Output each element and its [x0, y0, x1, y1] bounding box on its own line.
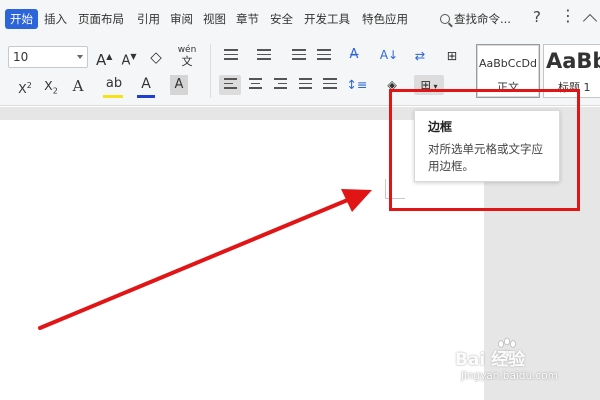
- paragraph-marks-icon: ⇄: [414, 48, 426, 63]
- phonetic-char-icon: 文: [181, 55, 193, 68]
- text-effect-label: A: [72, 77, 84, 95]
- highlight-label: ab: [105, 76, 123, 91]
- toolbar-divider: [210, 44, 211, 98]
- eraser-icon: ◇: [150, 48, 162, 66]
- tab-developer-tools[interactable]: 开发工具: [304, 9, 350, 29]
- tab-insert[interactable]: 插入: [44, 9, 67, 29]
- command-search-label: 查找命令...: [454, 12, 511, 26]
- style-normal-sample: AaBbCcDd: [479, 57, 537, 70]
- chevron-down-icon: [77, 55, 83, 59]
- distribute-button[interactable]: [320, 75, 340, 95]
- subscript-icon: 2: [52, 86, 58, 96]
- phonetic-icon: wén: [177, 45, 197, 55]
- annotation-highlight-box: [389, 89, 580, 211]
- align-center-button[interactable]: [245, 75, 265, 95]
- numbering-button[interactable]: [254, 46, 274, 66]
- show-hide-marks-button[interactable]: ⇄: [410, 46, 430, 66]
- superscript-icon: 2: [26, 81, 32, 90]
- grow-font-label: A: [96, 51, 107, 69]
- watermark-logo: Bai 经验: [455, 350, 526, 370]
- align-right-icon: [273, 75, 287, 92]
- decrease-indent-button[interactable]: [289, 46, 309, 66]
- collapse-ribbon-icon[interactable]: [582, 13, 598, 29]
- highlight-button[interactable]: ab: [103, 74, 125, 94]
- table-props-button[interactable]: ⊞: [443, 46, 461, 66]
- character-shading-label: A: [174, 77, 184, 92]
- numbered-list-icon: [257, 46, 271, 63]
- watermark-url: jingyan.baidu.com: [461, 370, 558, 382]
- align-center-icon: [248, 75, 262, 92]
- bullets-button[interactable]: [221, 46, 241, 66]
- tab-home[interactable]: 开始: [5, 9, 38, 29]
- tab-chapter[interactable]: 章节: [236, 9, 259, 29]
- tab-review[interactable]: 审阅: [170, 9, 193, 29]
- sort-button[interactable]: A↓: [378, 45, 400, 65]
- chinese-layout-icon: A̶: [349, 47, 359, 62]
- clear-format-button[interactable]: ◇: [147, 47, 165, 67]
- tab-page-layout[interactable]: 页面布局: [78, 9, 124, 29]
- highlight-color-swatch: [103, 95, 123, 98]
- tab-references[interactable]: 引用: [137, 9, 160, 29]
- subscript-label: X: [44, 78, 53, 93]
- increase-indent-button[interactable]: [314, 46, 334, 66]
- menu-bar: 开始 插入 页面布局 引用 审阅 视图 章节 安全 开发工具 特色应用 查找命令…: [0, 0, 600, 38]
- font-color-button[interactable]: A: [137, 74, 155, 94]
- justify-icon: [298, 75, 312, 92]
- line-spacing-icon: ↕≡: [346, 77, 368, 92]
- tab-security[interactable]: 安全: [270, 9, 293, 29]
- align-right-button[interactable]: [270, 75, 290, 95]
- font-size-select[interactable]: 10: [8, 46, 88, 68]
- more-options-icon[interactable]: ⋮: [560, 6, 576, 25]
- font-size-value: 10: [13, 50, 29, 64]
- grid-icon: ⊞: [446, 48, 458, 63]
- phonetic-guide-button[interactable]: wén 文: [176, 45, 198, 68]
- search-icon: [440, 14, 450, 24]
- chinese-layout-button[interactable]: A̶: [343, 45, 365, 65]
- down-arrow-icon: ▼: [130, 52, 137, 61]
- character-shading-button[interactable]: A: [170, 75, 188, 95]
- command-search[interactable]: 查找命令...: [440, 9, 511, 29]
- distributed-align-icon: [323, 75, 337, 92]
- font-color-swatch: [137, 95, 155, 98]
- text-effect-button[interactable]: A: [68, 76, 88, 96]
- superscript-label: X: [18, 81, 27, 97]
- align-left-icon: [223, 75, 237, 92]
- line-spacing-button[interactable]: ↕≡: [346, 75, 368, 95]
- help-icon[interactable]: ?: [533, 8, 541, 26]
- tab-view[interactable]: 视图: [203, 9, 226, 29]
- style-heading-1-sample: AaBb: [546, 49, 600, 73]
- superscript-button[interactable]: X2: [14, 76, 36, 96]
- subscript-button[interactable]: X2: [40, 76, 62, 96]
- grow-font-button[interactable]: A▲: [96, 47, 113, 69]
- font-color-label: A: [141, 76, 151, 92]
- indent-icon: [317, 46, 331, 63]
- sort-icon: A↓: [379, 48, 399, 62]
- shrink-font-button[interactable]: A▼: [121, 47, 137, 68]
- justify-button[interactable]: [295, 75, 315, 95]
- outdent-icon: [292, 46, 306, 63]
- up-arrow-icon: ▲: [106, 52, 113, 61]
- bulleted-list-icon: [224, 46, 238, 63]
- tab-featured-apps[interactable]: 特色应用: [362, 9, 408, 29]
- align-left-button[interactable]: [219, 75, 241, 95]
